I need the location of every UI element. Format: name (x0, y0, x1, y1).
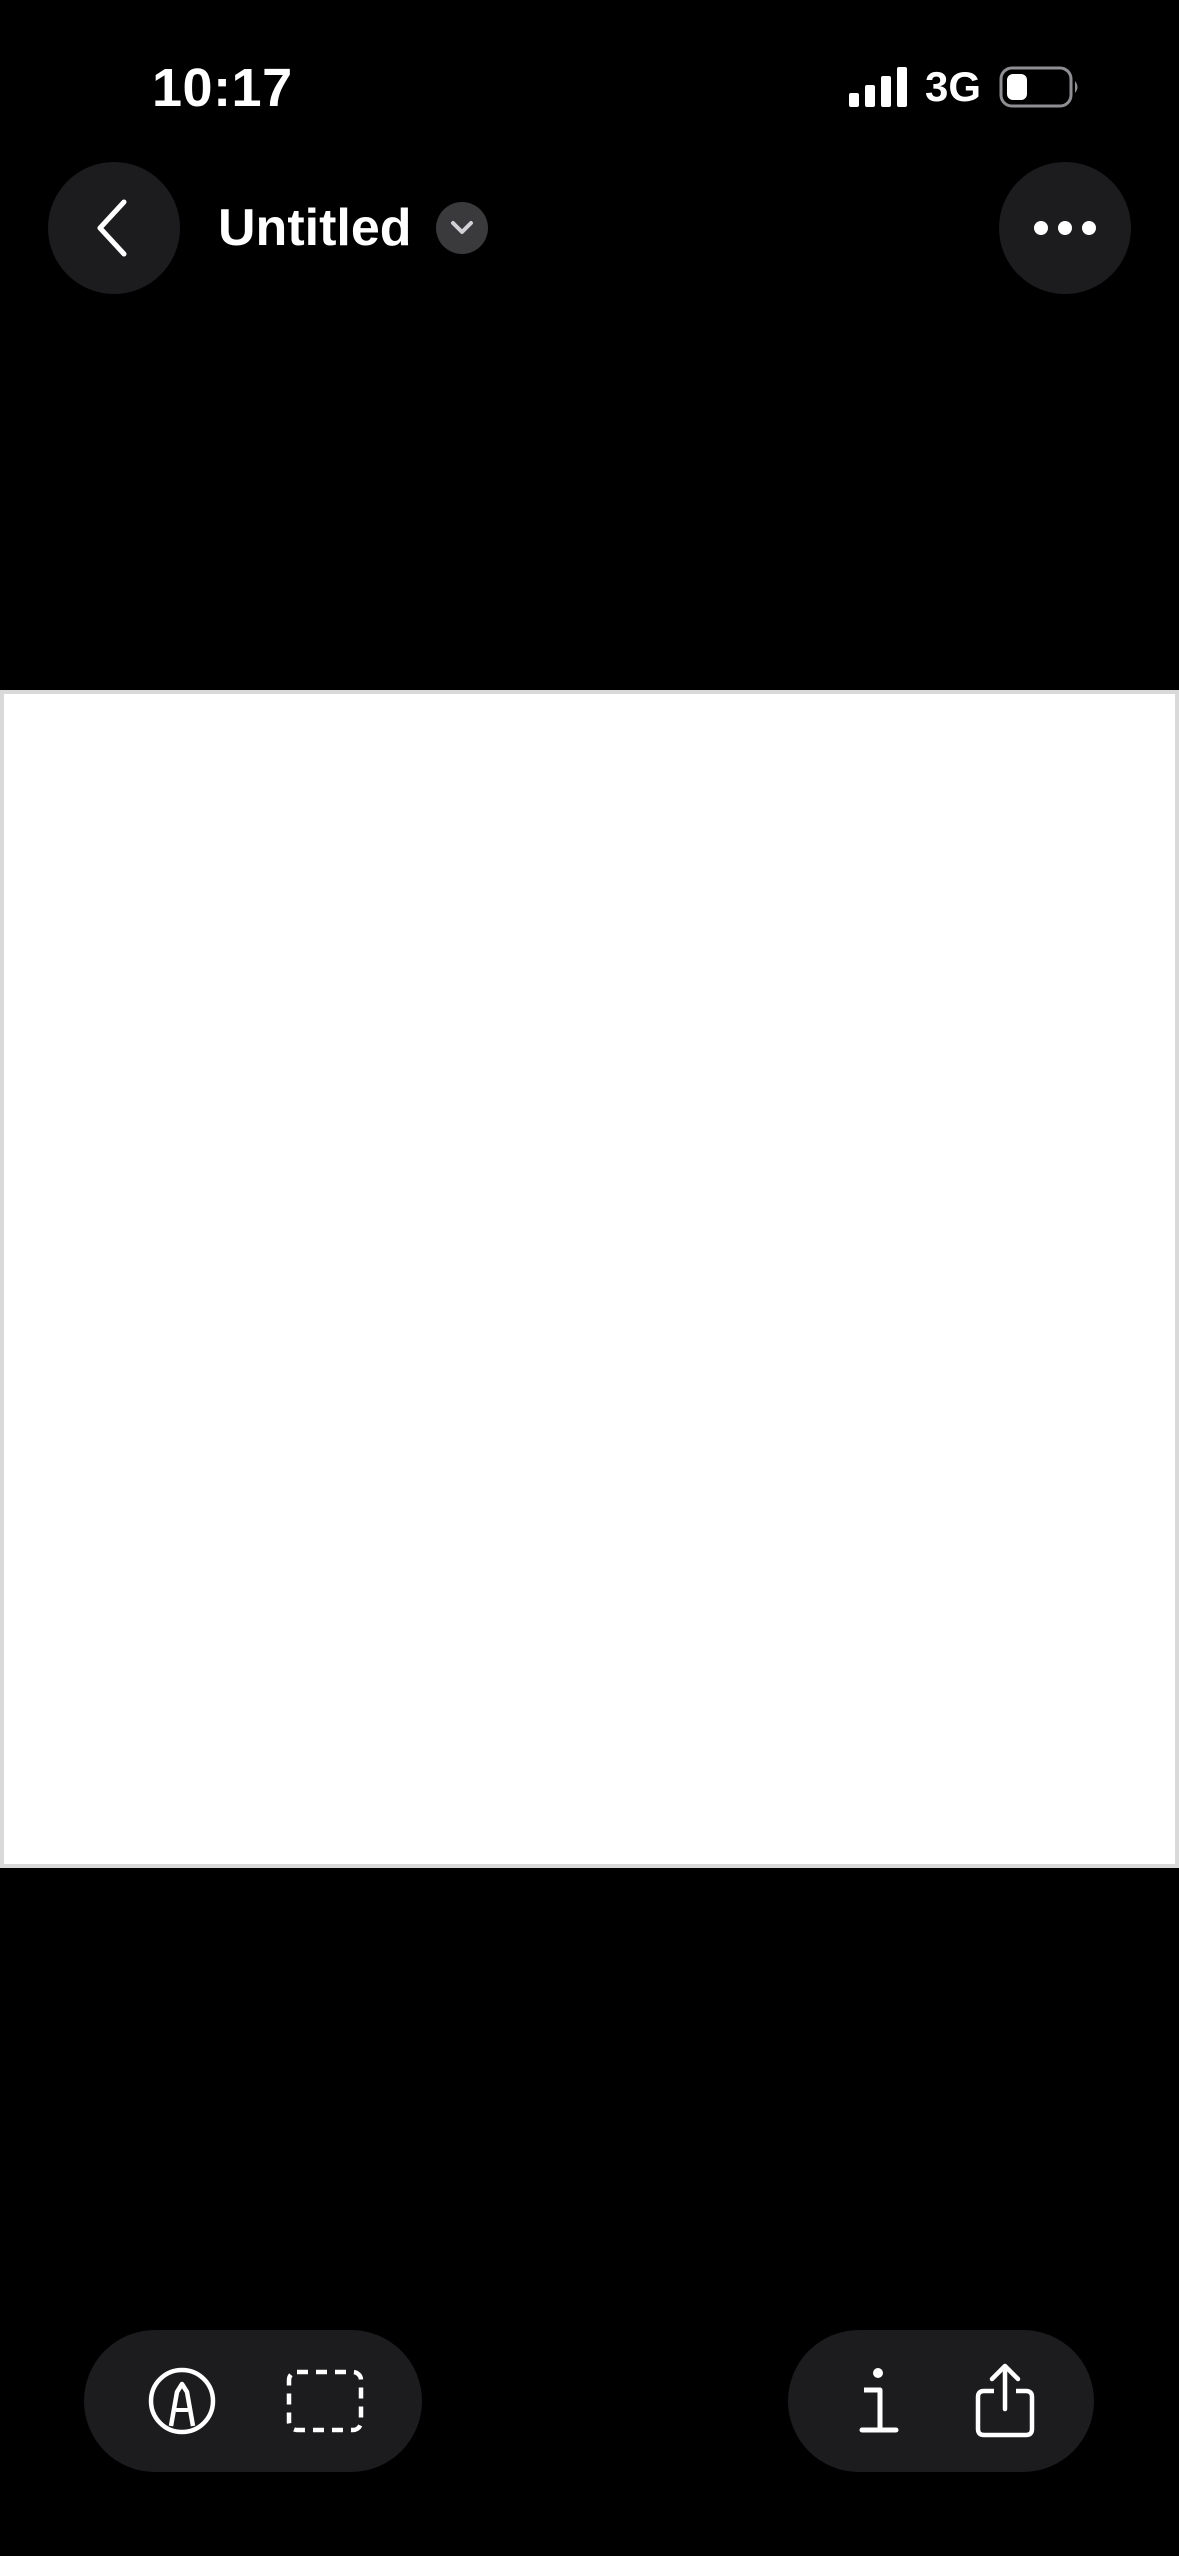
signal-icon (848, 67, 907, 107)
actions-toolbar (788, 2330, 1094, 2472)
title-dropdown-button[interactable] (435, 202, 488, 254)
info-icon (859, 2368, 898, 2433)
page-title[interactable]: Untitled (218, 190, 412, 266)
selection-button[interactable] (270, 2346, 380, 2456)
back-chevron-icon (97, 199, 127, 257)
status-time: 10:17 (152, 58, 293, 118)
status-indicators: 3G (848, 62, 1081, 112)
more-dots-icon (1034, 221, 1096, 235)
markup-toolbar (84, 2330, 422, 2472)
network-type: 3G (924, 63, 981, 110)
markup-button[interactable] (127, 2346, 237, 2456)
share-icon (975, 2363, 1034, 2438)
markup-pen-icon (148, 2367, 215, 2435)
battery-icon (999, 66, 1078, 108)
back-button[interactable] (48, 162, 180, 294)
more-button[interactable] (999, 162, 1131, 294)
info-button[interactable] (823, 2346, 933, 2456)
selection-rectangle-icon (286, 2369, 363, 2433)
chevron-down-icon (450, 221, 473, 234)
drawing-canvas[interactable] (0, 690, 1179, 1868)
title-menu[interactable]: Untitled (218, 190, 488, 266)
share-button[interactable] (950, 2346, 1060, 2456)
